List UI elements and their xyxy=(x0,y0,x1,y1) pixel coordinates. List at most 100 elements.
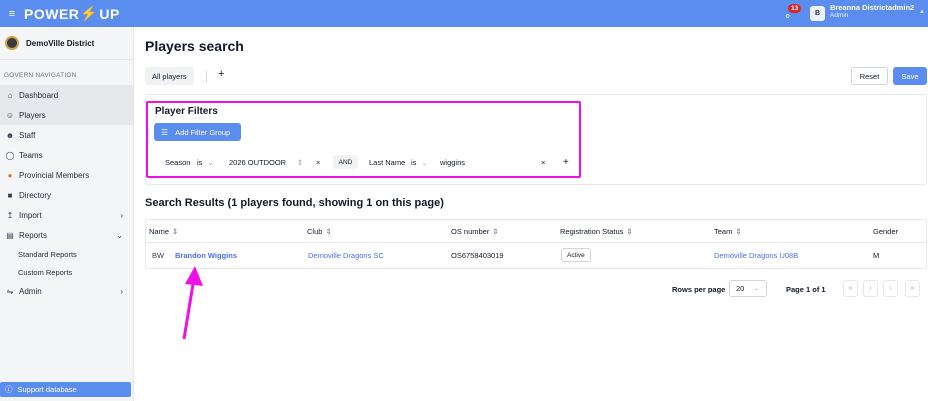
user-name: Breanna Districtadmin2 xyxy=(830,3,915,12)
filter-operator-season[interactable]: is ⌄ xyxy=(197,153,214,171)
tab-all-players[interactable]: All players xyxy=(145,67,194,85)
chevron-down-icon: ⌄ xyxy=(421,157,428,167)
and-conjunction-badge[interactable]: AND xyxy=(333,155,358,169)
user-menu[interactable]: Breanna Districtadmin2 Admin xyxy=(830,3,915,20)
home-icon: ⌂ xyxy=(7,90,13,100)
filter-value-label: 2026 OUTDOOR xyxy=(229,157,287,167)
chevron-right-icon: › xyxy=(120,210,123,220)
next-page-button[interactable]: › xyxy=(883,280,898,297)
team-link[interactable]: Demoville Dragons U08B xyxy=(714,251,798,260)
sidebar-item-players[interactable]: ☺ Players xyxy=(0,105,133,125)
lightning-icon: ⚡ xyxy=(80,5,99,21)
gender-cell: M xyxy=(873,251,880,260)
sidebar-item-admin[interactable]: ⇋ Admin › xyxy=(0,281,133,301)
column-header-registration-status[interactable]: Registration Status ⇕ xyxy=(560,227,633,236)
district-switcher[interactable]: DemoVille District xyxy=(0,27,133,60)
nav-heading: GOVERN NAVIGATION xyxy=(4,72,77,79)
sliders-icon: ☰ xyxy=(161,127,169,137)
filter-field-label: Season xyxy=(165,157,191,167)
chevron-down-icon: ⌄ xyxy=(116,230,123,240)
sidebar: DemoVille District GOVERN NAVIGATION ⌂ D… xyxy=(0,27,134,401)
sidebar-item-directory[interactable]: ■ Directory xyxy=(0,185,133,205)
sidebar-item-label: Teams xyxy=(19,150,43,160)
column-label: Club xyxy=(307,227,323,236)
sidebar-subitem-standard-reports[interactable]: Standard Reports xyxy=(0,245,133,263)
rows-per-page-value: 20 xyxy=(736,284,745,293)
column-header-os-number[interactable]: OS number ⇕ xyxy=(451,227,499,236)
support-label: Support database xyxy=(17,385,77,394)
sidebar-item-dashboard[interactable]: ⌂ Dashboard xyxy=(0,85,133,105)
sidebar-item-label: Provincial Members xyxy=(19,170,90,180)
first-page-button[interactable]: « xyxy=(843,280,858,297)
add-tab-button[interactable]: + xyxy=(218,68,224,80)
filter-operator-label: is xyxy=(197,157,203,167)
player-name-link[interactable]: Brandon Wiggins xyxy=(175,251,237,260)
chevron-right-icon: › xyxy=(120,286,123,296)
rows-per-page-select[interactable]: 20 ⌄ xyxy=(729,280,767,297)
hamburger-icon[interactable]: ≡ xyxy=(6,8,18,20)
annotation-arrow-icon xyxy=(182,266,203,340)
sidebar-item-staff[interactable]: ☻ Staff xyxy=(0,125,133,145)
chevron-updown-icon[interactable]: ⇕ xyxy=(297,153,303,171)
column-header-team[interactable]: Team ⇕ xyxy=(714,227,742,236)
shield-icon: ◯ xyxy=(5,150,15,160)
os-number-cell: OS6758403019 xyxy=(451,251,504,260)
filter-value-label: wiggins xyxy=(440,157,466,167)
support-database-button[interactable]: ⓘ Support database xyxy=(0,382,131,397)
last-page-button[interactable]: » xyxy=(905,280,920,297)
district-logo-icon xyxy=(5,36,19,50)
double-chevron-right-icon: » xyxy=(910,285,915,292)
add-filter-group-button[interactable]: ☰ Add Filter Group xyxy=(154,123,241,141)
chevron-down-icon: ⌄ xyxy=(207,157,214,167)
rows-per-page-label: Rows per page xyxy=(672,285,726,294)
filters-title: Player Filters xyxy=(155,106,218,117)
column-header-club[interactable]: Club ⇕ xyxy=(307,227,332,236)
app-logo[interactable]: POWER ⚡ UP xyxy=(24,5,120,22)
previous-page-button[interactable]: ‹ xyxy=(863,280,878,297)
logo-text-up: UP xyxy=(99,5,120,22)
column-label: Team xyxy=(714,227,733,236)
sidebar-item-reports[interactable]: ▤ Reports ⌄ xyxy=(0,225,133,245)
filter-value-season[interactable]: 2026 OUTDOOR xyxy=(229,153,286,171)
filter-field-season[interactable]: Season xyxy=(165,153,190,171)
person-icon: ● xyxy=(7,170,13,180)
status-badge: Active xyxy=(561,248,591,262)
club-link[interactable]: Demoville Dragons SC xyxy=(308,251,384,260)
filter-operator-last-name[interactable]: is ⌄ xyxy=(411,153,428,171)
sort-icon: ⇕ xyxy=(735,227,742,236)
column-header-gender[interactable]: Gender xyxy=(873,227,898,236)
add-filter-group-label: Add Filter Group xyxy=(175,127,231,137)
save-button[interactable]: Save xyxy=(893,67,927,85)
add-filter-button[interactable]: + xyxy=(563,153,569,171)
filter-value-last-name-input[interactable]: wiggins xyxy=(440,153,465,171)
notifications-button[interactable]: ⚬ 13 xyxy=(780,4,802,24)
sort-icon: ⇕ xyxy=(626,227,633,236)
chevron-updown-icon[interactable]: ▲ xyxy=(919,9,925,15)
sort-icon: ⇕ xyxy=(172,227,179,236)
player-initials: BW xyxy=(152,251,165,260)
double-chevron-left-icon: « xyxy=(848,285,853,292)
close-icon: × xyxy=(316,157,321,167)
page-info: Page 1 of 1 xyxy=(786,285,826,294)
column-label: Registration Status xyxy=(560,227,624,236)
logo-text-power: POWER xyxy=(24,5,80,22)
column-label: OS number xyxy=(451,227,490,236)
avatar[interactable]: B xyxy=(810,6,825,21)
user-role: Admin xyxy=(830,12,849,20)
filter-field-label: Last Name xyxy=(369,157,406,167)
sidebar-item-label: Import xyxy=(19,210,42,220)
results-table xyxy=(145,219,927,269)
page-title: Players search xyxy=(145,38,244,54)
sidebar-item-provincial-members[interactable]: ● Provincial Members xyxy=(0,165,133,185)
sidebar-item-label: Admin xyxy=(19,286,42,296)
tab-divider xyxy=(206,71,207,82)
column-header-name[interactable]: Name ⇕ xyxy=(149,227,178,236)
sort-icon: ⇕ xyxy=(325,227,332,236)
filter-field-last-name[interactable]: Last Name xyxy=(369,153,405,171)
remove-filter-season-button[interactable]: × xyxy=(316,153,320,171)
remove-filter-last-name-button[interactable]: × xyxy=(541,153,545,171)
sidebar-subitem-custom-reports[interactable]: Custom Reports xyxy=(0,263,133,281)
reset-button[interactable]: Reset xyxy=(851,67,888,85)
sidebar-item-teams[interactable]: ◯ Teams xyxy=(0,145,133,165)
sidebar-item-import[interactable]: ↥ Import › xyxy=(0,205,133,225)
